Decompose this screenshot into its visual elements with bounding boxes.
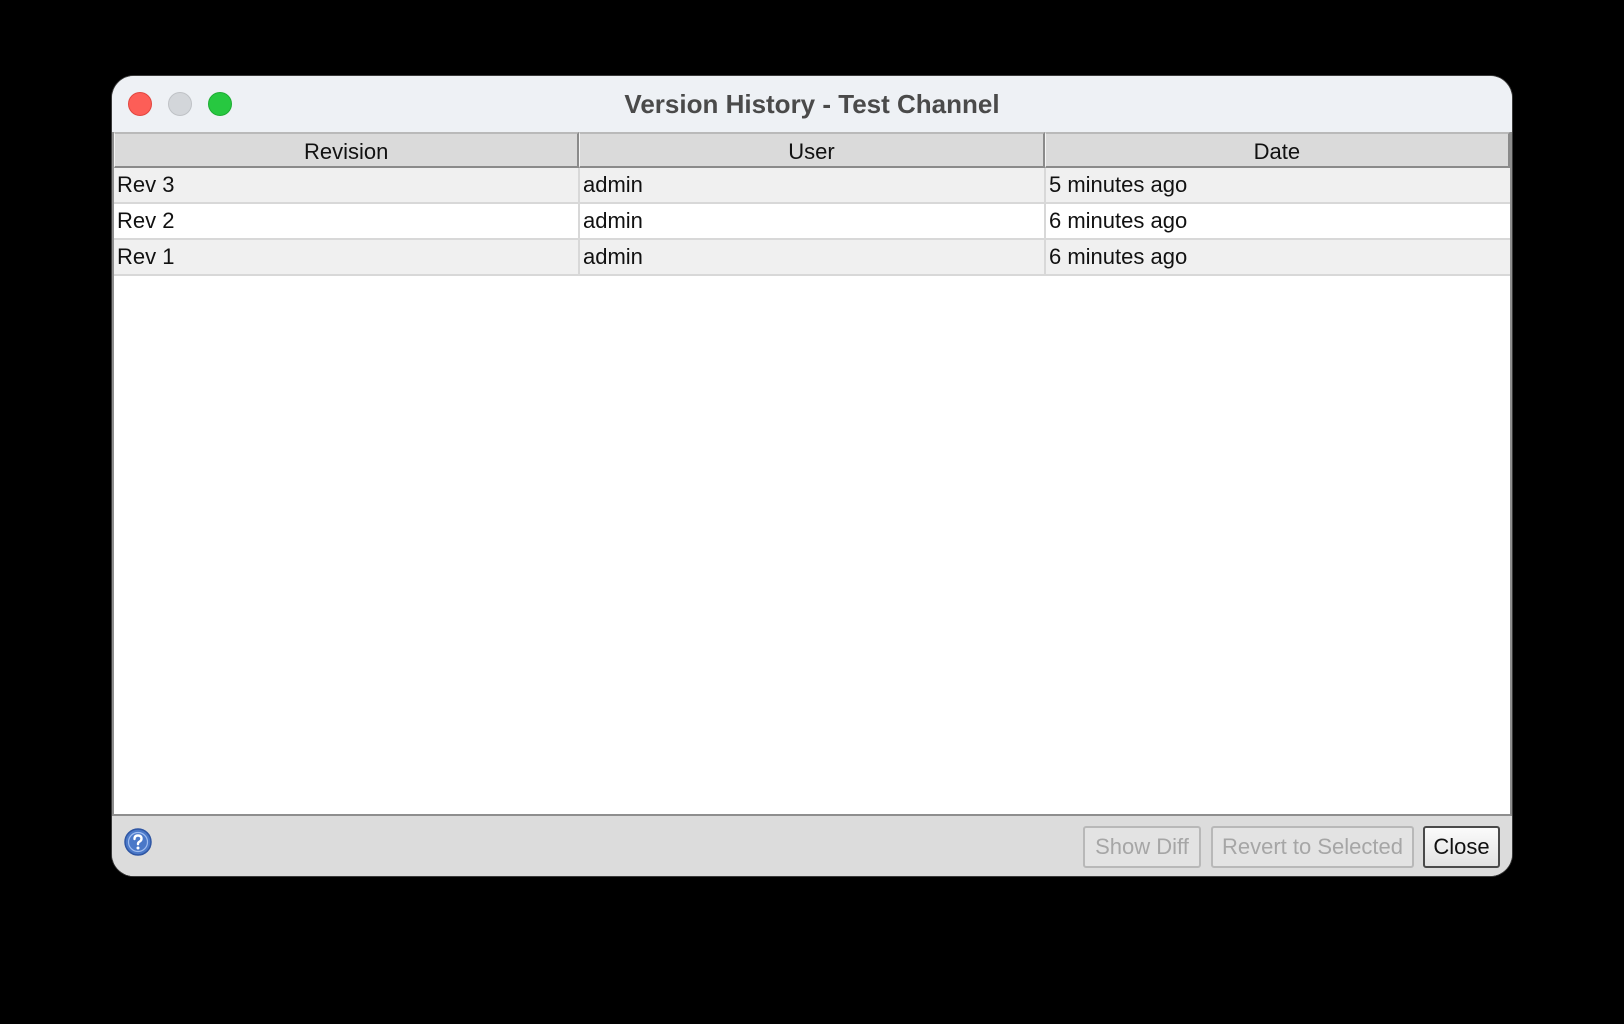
table-row[interactable]: Rev 2 admin 6 minutes ago <box>114 204 1510 240</box>
version-history-window: Version History - Test Channel Revision … <box>112 76 1512 876</box>
user-cell: admin <box>580 168 1046 202</box>
help-icon[interactable] <box>124 828 152 856</box>
close-button[interactable]: Close <box>1423 826 1500 868</box>
date-cell: 6 minutes ago <box>1049 244 1188 269</box>
revision-cell: Rev 2 <box>114 204 580 238</box>
revision-cell: Rev 1 <box>114 240 580 274</box>
table-row[interactable]: Rev 3 admin 5 minutes ago <box>114 168 1510 204</box>
user-cell: admin <box>580 204 1046 238</box>
dialog-footer: Show Diff Revert to Selected Close <box>112 814 1512 876</box>
table-body: Rev 3 admin 5 minutes ago Rev 2 admin 6 … <box>114 168 1510 276</box>
table-row[interactable]: Rev 1 admin 6 minutes ago <box>114 240 1510 276</box>
user-cell: admin <box>580 240 1046 274</box>
title-bar[interactable]: Version History - Test Channel <box>112 76 1512 132</box>
column-header-date[interactable]: Date <box>1044 132 1510 168</box>
table-header: Revision User Date <box>114 132 1510 168</box>
revision-cell: Rev 3 <box>114 168 580 202</box>
column-header-user[interactable]: User <box>579 132 1045 168</box>
revision-table[interactable]: Revision User Date Rev 3 admin 5 minutes… <box>112 132 1512 876</box>
revert-to-selected-button[interactable]: Revert to Selected <box>1211 826 1414 868</box>
column-header-revision[interactable]: Revision <box>114 132 580 168</box>
window-title: Version History - Test Channel <box>624 89 1000 119</box>
date-cell: 6 minutes ago <box>1049 208 1188 233</box>
date-cell: 5 minutes ago <box>1049 172 1188 197</box>
show-diff-button[interactable]: Show Diff <box>1083 826 1201 868</box>
